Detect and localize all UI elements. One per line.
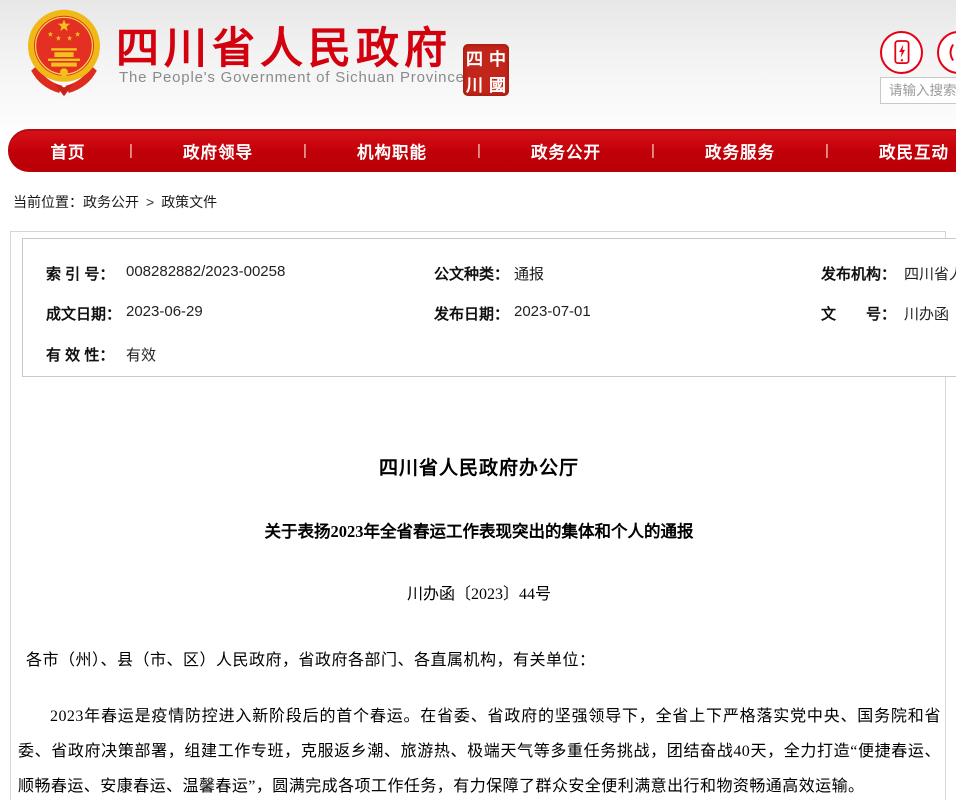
meta-doc-number-label: 文 号：	[821, 303, 896, 324]
meta-issuer-label: 发布机构：	[821, 263, 896, 284]
doc-number: 川办函〔2023〕44号	[18, 580, 940, 604]
mobile-phone-icon	[882, 33, 921, 72]
meta-written-date-label: 成文日期：	[46, 303, 121, 324]
search-input[interactable]	[881, 78, 956, 103]
site-search	[880, 77, 956, 104]
sichuan-seal: 四 中 川 國	[463, 44, 509, 96]
seal-char: 四	[463, 44, 486, 70]
nav-item-gov-leaders[interactable]: 政府领导	[134, 139, 302, 163]
doc-salutation: 各市（州）、县（市、区）人民政府，省政府各部门、各直属机构，有关单位：	[26, 646, 596, 670]
nav-item-gov-info[interactable]: 政务公开	[482, 139, 650, 163]
mobile-version-button[interactable]	[880, 31, 923, 74]
breadcrumb-separator: >	[146, 194, 154, 210]
national-emblem	[24, 8, 104, 106]
page: 四川省人民政府 The People's Government of Sichu…	[0, 0, 956, 800]
breadcrumb-link-policy-docs[interactable]: 政策文件	[161, 194, 217, 210]
meta-validity-label: 有 效 性：	[46, 344, 114, 365]
site-subtitle: The People's Government of Sichuan Provi…	[119, 69, 465, 86]
nav-item-gov-services[interactable]: 政务服务	[656, 139, 824, 163]
breadcrumb-link-gov-info[interactable]: 政务公开	[83, 194, 139, 210]
seal-char: 國	[486, 70, 509, 96]
meta-index-value: 008282882/2023-00258	[126, 263, 285, 280]
nav-item-public-interaction[interactable]: 政民互动	[830, 139, 956, 163]
meta-doc-number-value: 川办函〔	[904, 303, 956, 324]
meta-publish-date-label: 发布日期：	[434, 303, 509, 324]
main-nav: 首页 | 政府领导 | 机构职能 | 政务公开 | 政务服务 | 政民互动	[8, 129, 956, 172]
national-emblem-icon	[24, 8, 104, 106]
meta-written-date-value: 2023-06-29	[126, 303, 203, 320]
meta-validity-value: 有效	[126, 344, 156, 365]
doc-issuing-org: 四川省人民政府办公厅	[18, 453, 940, 480]
nav-item-home[interactable]: 首页	[8, 139, 128, 163]
accessibility-button[interactable]	[937, 31, 956, 74]
meta-issuer-value: 四川省人	[904, 263, 956, 284]
document-meta-box: 索 引 号： 008282882/2023-00258 公文种类： 通报 发布机…	[22, 238, 956, 377]
breadcrumb: 当前位置：政务公开 > 政策文件	[13, 192, 217, 212]
ear-icon	[939, 33, 956, 72]
nav-item-org-functions[interactable]: 机构职能	[308, 139, 476, 163]
seal-char: 川	[463, 70, 486, 96]
breadcrumb-prefix: 当前位置：	[13, 194, 83, 210]
doc-title: 关于表扬2023年全省春运工作表现突出的集体和个人的通报	[18, 518, 940, 542]
seal-char: 中	[486, 44, 509, 70]
meta-doc-type-label: 公文种类：	[434, 263, 509, 284]
site-title: 四川省人民政府	[116, 14, 452, 76]
meta-publish-date-value: 2023-07-01	[514, 303, 591, 320]
doc-paragraph: 2023年春运是疫情防控进入新阶段后的首个春运。在省委、省政府的坚强领导下，全省…	[18, 699, 941, 800]
meta-doc-type-value: 通报	[514, 263, 544, 284]
meta-index-label: 索 引 号：	[46, 263, 114, 284]
site-header: 四川省人民政府 The People's Government of Sichu…	[0, 0, 956, 128]
